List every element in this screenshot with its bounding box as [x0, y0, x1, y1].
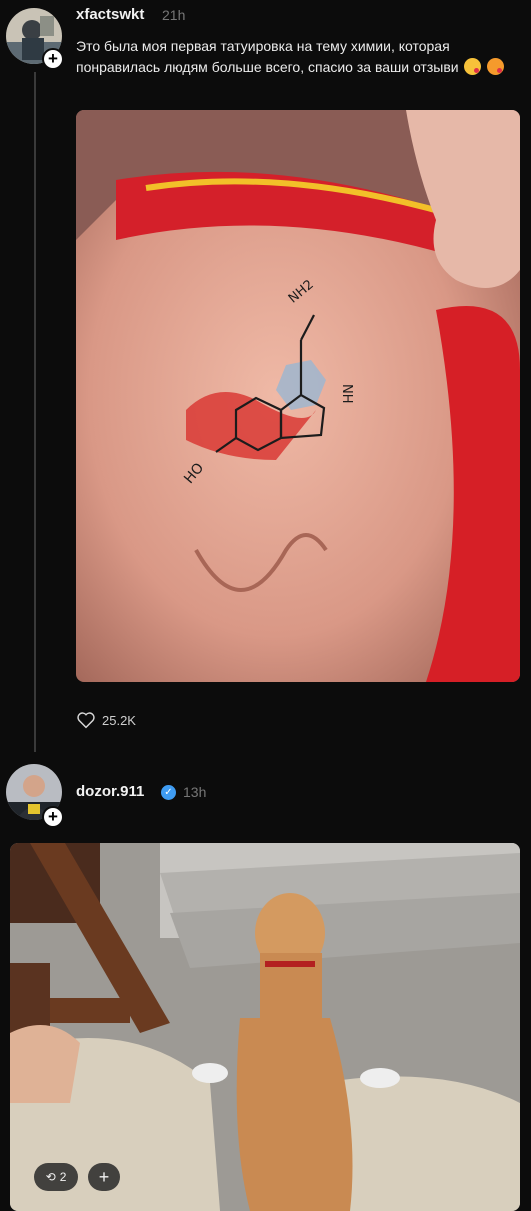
smiling-face-with-hearts-emoji-icon	[487, 58, 505, 75]
like-button[interactable]: 25.2K	[76, 711, 136, 729]
verified-check-icon: ✓	[161, 785, 176, 800]
thread-connector-line	[34, 72, 36, 752]
post-timestamp: 21h	[162, 7, 186, 23]
repost-icon: ⟲	[45, 1170, 56, 1184]
repost-count: 2	[59, 1170, 67, 1184]
kissing-face-emoji-icon	[464, 58, 482, 75]
repost-button[interactable]: ⟲ 2	[34, 1163, 78, 1191]
post-author-username[interactable]: xfactswkt	[76, 6, 144, 23]
like-count: 25.2K	[102, 712, 136, 728]
post-caption-text: Это была моя первая татуировка на тему х…	[76, 38, 459, 75]
post-author-username[interactable]: dozor.911	[76, 783, 144, 800]
heart-icon	[77, 712, 95, 729]
post-image-dog[interactable]	[10, 843, 520, 1211]
post-timestamp: 13h	[183, 784, 207, 800]
follow-plus-icon[interactable]: +	[42, 806, 64, 828]
add-plus-button[interactable]: +	[88, 1163, 120, 1191]
post-image-tattoo[interactable]: NH2 NH HO	[76, 110, 520, 682]
post-caption: Это была моя первая татуировка на тему х…	[76, 36, 516, 78]
plus-icon: +	[98, 1166, 110, 1187]
tattoo-nh-label: NH	[339, 384, 354, 404]
follow-plus-icon[interactable]: +	[42, 48, 64, 70]
